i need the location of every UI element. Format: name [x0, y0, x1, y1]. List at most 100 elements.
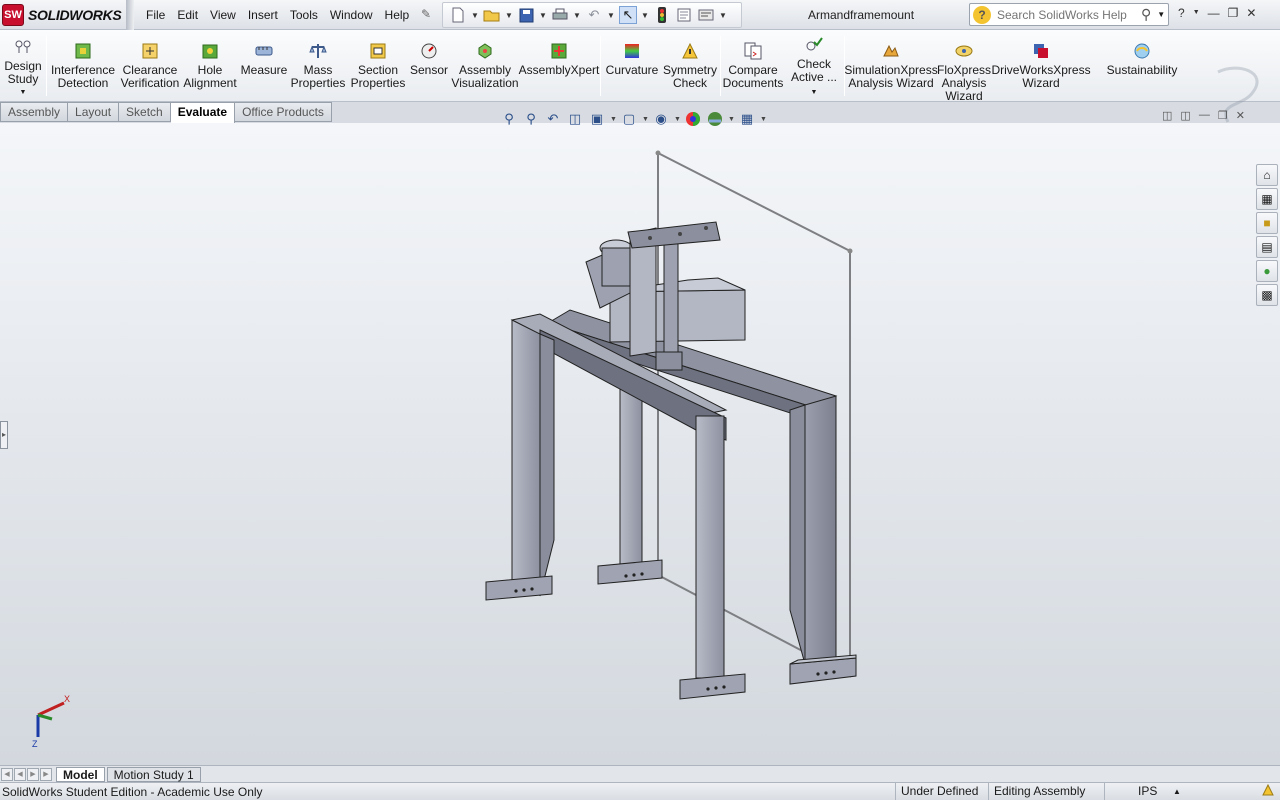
doc-close-icon[interactable]: ✕ [1236, 109, 1245, 122]
clearance-verification-button[interactable]: Clearance Verification [120, 32, 180, 90]
section-properties-button[interactable]: Section Properties [350, 32, 406, 90]
hide-show-items-icon[interactable]: ◉ [652, 110, 670, 128]
display-style-icon[interactable]: ▢ [620, 110, 638, 128]
section-view-icon[interactable]: ◫ [566, 110, 584, 128]
new-dropdown[interactable]: ▼ [471, 11, 479, 20]
select-dropdown[interactable]: ▼ [641, 11, 649, 20]
symmetry-check-button[interactable]: Symmetry Check [663, 32, 717, 90]
floxpress-button[interactable]: FloXpress Analysis Wizard [936, 32, 992, 103]
sensor-button[interactable]: Sensor [410, 32, 448, 77]
menu-tools[interactable]: Tools [284, 6, 324, 24]
mass-properties-button[interactable]: Mass Properties [291, 32, 345, 90]
front-left-leg[interactable] [511, 319, 541, 587]
apply-scene-dropdown[interactable]: ▼ [728, 116, 735, 123]
design-library-icon[interactable]: ▦ [1256, 188, 1278, 210]
file-properties-icon[interactable] [675, 6, 693, 24]
view-orientation-dropdown[interactable]: ▼ [610, 116, 617, 123]
solidworks-logo[interactable]: SW SOLIDWORKS [2, 3, 124, 27]
curvature-button[interactable]: Curvature [604, 32, 660, 77]
undo-icon[interactable]: ↶ [585, 6, 603, 24]
menu-file[interactable]: File [140, 6, 171, 24]
rear-right-leg[interactable] [804, 395, 837, 665]
custom-properties-icon[interactable]: ▩ [1256, 284, 1278, 306]
menu-edit[interactable]: Edit [171, 6, 204, 24]
save-icon[interactable] [517, 6, 535, 24]
hide-show-dropdown[interactable]: ▼ [674, 116, 681, 123]
split-vertical-icon[interactable]: ◫ [1180, 109, 1190, 122]
tab-office-products[interactable]: Office Products [235, 102, 332, 122]
assembly-visualization-button[interactable]: Assembly Visualization [451, 32, 519, 90]
help-dropdown[interactable]: ▼ [1193, 6, 1200, 20]
feature-manager-toggle[interactable]: ▸ [0, 421, 8, 449]
open-dropdown[interactable]: ▼ [505, 11, 513, 20]
graphics-area[interactable]: ⚲ ⚲ ↶ ◫ ▣ ▼ ▢ ▼ ◉ ▼ ▼ ▦ ▼ ◫ ◫ — ❐ ✕ ⌂ ▦ … [0, 109, 1280, 765]
open-folder-icon[interactable] [483, 6, 501, 24]
display-style-dropdown[interactable]: ▼ [642, 116, 649, 123]
tab-model[interactable]: Model [56, 766, 105, 782]
menu-window[interactable]: Window [324, 6, 379, 24]
restore-icon[interactable]: ❐ [1228, 6, 1239, 20]
previous-view-icon[interactable]: ↶ [544, 110, 562, 128]
minimize-icon[interactable]: — [1208, 6, 1220, 20]
menu-flyout-handle[interactable] [126, 0, 134, 30]
rear-left-foot[interactable] [597, 559, 663, 585]
search-input[interactable] [997, 7, 1137, 22]
units-dropdown[interactable]: ▲ [1168, 783, 1182, 800]
rear-left-leg[interactable] [619, 387, 643, 567]
assemblyxpert-button[interactable]: AssemblyXpert [519, 32, 599, 77]
view-settings-dropdown[interactable]: ▼ [760, 116, 767, 123]
hole-alignment-button[interactable]: Hole Alignment [183, 32, 237, 90]
edit-appearance-icon[interactable] [684, 110, 702, 128]
view-palette-icon[interactable]: ▤ [1256, 236, 1278, 258]
last-tab-arrow-icon[interactable]: ▶ [40, 767, 52, 781]
quick-tips-icon[interactable] [1256, 783, 1276, 800]
tab-assembly[interactable]: Assembly [0, 102, 69, 122]
interference-detection-button[interactable]: Interference Detection [50, 32, 116, 90]
options-icon[interactable] [697, 6, 715, 24]
print-icon[interactable] [551, 6, 569, 24]
close-icon[interactable]: ✕ [1246, 6, 1256, 20]
print-dropdown[interactable]: ▼ [573, 11, 581, 20]
tab-evaluate[interactable]: Evaluate [170, 102, 236, 124]
front-left-foot[interactable] [485, 575, 553, 601]
measure-button[interactable]: Measure [240, 32, 288, 77]
check-active-dropdown[interactable]: ▼ [811, 86, 818, 99]
tab-sketch[interactable]: Sketch [119, 102, 171, 122]
undo-dropdown[interactable]: ▼ [607, 11, 615, 20]
top-bracket[interactable] [627, 221, 721, 249]
file-explorer-icon[interactable]: ■ [1256, 212, 1278, 234]
first-tab-arrow-icon[interactable]: ◀ [1, 767, 13, 781]
search-icon[interactable]: ⚲ [1141, 6, 1151, 23]
check-active-button[interactable]: Check Active ... ▼ [788, 32, 840, 99]
appearances-scenes-icon[interactable]: ● [1256, 260, 1278, 282]
front-right-leg[interactable] [695, 415, 725, 679]
compare-documents-button[interactable]: Compare Documents [723, 32, 783, 90]
search-dropdown[interactable]: ▼ [1157, 10, 1165, 19]
tab-motion-study[interactable]: Motion Study 1 [106, 766, 201, 782]
split-horizontal-icon[interactable]: ◫ [1162, 109, 1172, 122]
new-document-icon[interactable] [449, 6, 467, 24]
help-menu-icon[interactable]: ? [1178, 6, 1185, 20]
menu-help[interactable]: Help [379, 6, 416, 24]
sustainability-button[interactable]: Sustainability [1106, 32, 1178, 77]
select-arrow-icon[interactable]: ↖ [619, 6, 637, 24]
design-study-dropdown[interactable]: ▼ [20, 86, 27, 99]
front-right-foot[interactable] [679, 673, 746, 700]
rebuild-traffic-light-icon[interactable] [653, 6, 671, 24]
options-dropdown[interactable]: ▼ [719, 11, 727, 20]
apply-scene-icon[interactable] [706, 110, 724, 128]
pin-icon[interactable]: ✎ [421, 7, 435, 21]
driveworksxpress-button[interactable]: DriveWorksXpress Wizard [991, 32, 1091, 90]
doc-minimize-icon[interactable]: — [1199, 109, 1210, 122]
zoom-to-area-icon[interactable]: ⚲ [522, 110, 540, 128]
save-dropdown[interactable]: ▼ [539, 11, 547, 20]
prev-tab-arrow-icon[interactable]: ◀ [14, 767, 26, 781]
view-settings-icon[interactable]: ▦ [738, 110, 756, 128]
simulationxpress-button[interactable]: SimulationXpress Analysis Wizard [844, 32, 938, 90]
view-orientation-icon[interactable]: ▣ [588, 110, 606, 128]
next-tab-arrow-icon[interactable]: ▶ [27, 767, 39, 781]
menu-view[interactable]: View [204, 6, 242, 24]
solidworks-resources-icon[interactable]: ⌂ [1256, 164, 1278, 186]
doc-restore-icon[interactable]: ❐ [1218, 109, 1228, 122]
design-study-button[interactable]: Design Study ▼ [4, 32, 42, 99]
